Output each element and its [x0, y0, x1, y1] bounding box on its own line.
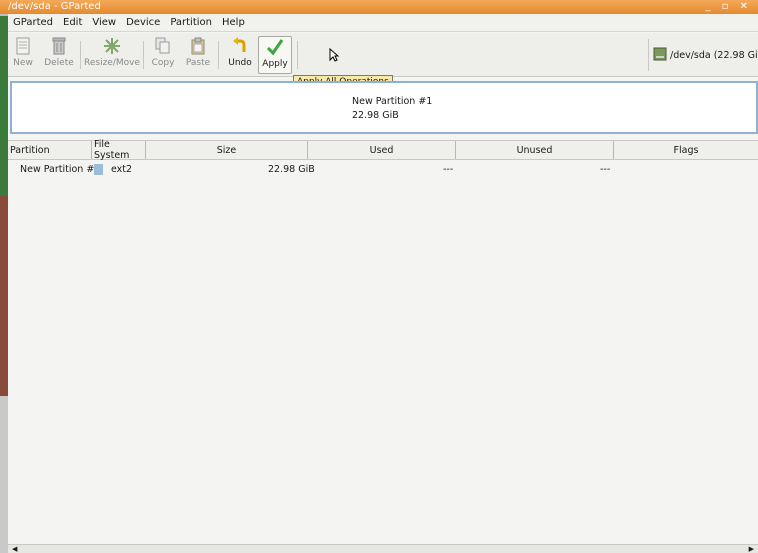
row-used: ---	[443, 164, 454, 175]
new-button[interactable]: New	[10, 36, 36, 74]
copy-icon	[153, 36, 173, 56]
scroll-left-icon[interactable]: ◀	[12, 545, 17, 553]
menu-device[interactable]: Device	[121, 14, 165, 32]
copy-label: Copy	[151, 58, 175, 68]
left-strip-segment	[0, 16, 8, 196]
apply-button[interactable]: Apply	[258, 36, 292, 74]
column-header-flags[interactable]: Flags	[614, 141, 758, 159]
trash-icon	[49, 36, 69, 56]
undo-label: Undo	[228, 58, 252, 68]
column-header-unused[interactable]: Unused	[456, 141, 614, 159]
horizontal-scrollbar[interactable]: ◀ ▶	[8, 544, 758, 553]
menu-gparted[interactable]: GParted	[8, 14, 58, 32]
visual-partition-size: 22.98 GiB	[352, 110, 399, 121]
row-unused: ---	[600, 164, 611, 175]
menu-help[interactable]: Help	[217, 14, 250, 32]
new-icon	[13, 36, 33, 56]
paste-label: Paste	[185, 58, 211, 68]
filesystem-color-swatch	[94, 164, 103, 175]
check-icon	[265, 37, 285, 57]
toolbar-separator	[80, 41, 81, 69]
row-filesystem: ext2	[94, 162, 132, 178]
column-header-filesystem[interactable]: File System	[92, 139, 146, 161]
resize-move-label: Resize/Move	[84, 58, 141, 68]
left-strip-segment	[0, 196, 8, 396]
undo-icon	[230, 36, 250, 56]
column-header-used[interactable]: Used	[308, 141, 456, 159]
device-label: /dev/sda (22.98 GiB)	[670, 49, 758, 61]
row-filesystem-text: ext2	[111, 164, 133, 175]
device-selector[interactable]: /dev/sda (22.98 GiB) ▼	[648, 39, 758, 71]
window-title: /dev/sda - GParted	[8, 1, 101, 12]
toolbar-separator	[297, 41, 298, 69]
undo-button[interactable]: Undo	[226, 36, 254, 74]
window-controls[interactable]: _ ▫ ✕	[705, 0, 752, 14]
delete-label: Delete	[44, 58, 74, 68]
row-partition: New Partition #1	[20, 164, 101, 175]
column-header-partition[interactable]: Partition	[8, 141, 92, 159]
apply-label: Apply	[262, 59, 288, 69]
harddisk-icon	[653, 47, 667, 64]
table-row[interactable]: New Partition #1 ext2 22.98 GiB --- ---	[8, 162, 758, 178]
partition-table-header: Partition File System Size Used Unused F…	[8, 139, 758, 161]
left-screen-strip	[0, 0, 8, 553]
row-size: 22.98 GiB	[268, 164, 315, 175]
paste-button[interactable]: Paste	[184, 36, 212, 74]
copy-button[interactable]: Copy	[149, 36, 177, 74]
menubar: GParted Edit View Device Partition Help	[8, 14, 758, 32]
resize-move-button[interactable]: Resize/Move	[84, 36, 141, 74]
new-label: New	[13, 58, 33, 68]
column-header-size[interactable]: Size	[146, 141, 308, 159]
visual-partition-name: New Partition #1	[352, 96, 433, 107]
toolbar: New Delete Resize/Move Copy Paste Undo A…	[8, 33, 758, 77]
menu-edit[interactable]: Edit	[58, 14, 87, 32]
toolbar-separator	[218, 41, 219, 69]
menu-view[interactable]: View	[87, 14, 121, 32]
partition-visual-map[interactable]: New Partition #1 22.98 GiB	[10, 81, 758, 134]
mouse-pointer-icon	[329, 47, 340, 65]
left-strip-segment	[0, 396, 8, 553]
toolbar-separator	[143, 41, 144, 69]
resize-icon	[102, 36, 122, 56]
scroll-right-icon[interactable]: ▶	[749, 545, 754, 553]
delete-button[interactable]: Delete	[42, 36, 76, 74]
window-titlebar[interactable]: /dev/sda - GParted _ ▫ ✕	[0, 0, 758, 14]
paste-icon	[188, 36, 208, 56]
menu-partition[interactable]: Partition	[165, 14, 217, 32]
